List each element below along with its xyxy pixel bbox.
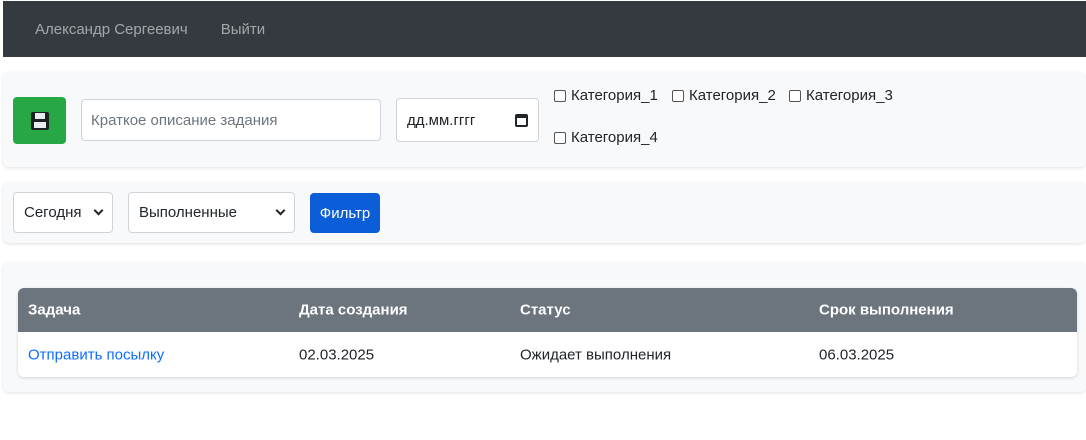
category-2-label: Категория_2 xyxy=(689,87,776,104)
category-1-checkbox[interactable] xyxy=(554,89,566,102)
due-date: 06.03.2025 xyxy=(819,346,895,363)
period-select[interactable]: Сегодня xyxy=(13,192,113,233)
category-1-option[interactable]: Категория_1 xyxy=(554,87,658,104)
category-4-checkbox[interactable] xyxy=(554,131,566,144)
save-button[interactable] xyxy=(13,97,66,144)
category-3-label: Категория_3 xyxy=(806,87,893,104)
chevron-down-icon xyxy=(275,205,286,216)
created-date: 02.03.2025 xyxy=(299,346,375,363)
task-description-input[interactable] xyxy=(81,99,381,141)
task-link[interactable]: Отправить посылку xyxy=(28,346,164,363)
date-placeholder: дд.мм.гггг xyxy=(407,111,476,129)
add-task-panel: дд.мм.гггг Категория_1 Категория_2 Катег… xyxy=(3,72,1086,167)
header-task: Задача xyxy=(28,301,81,319)
calendar-icon[interactable] xyxy=(515,113,528,127)
task-status: Ожидает выполнения xyxy=(520,346,672,363)
user-name-link[interactable]: Александр Сергеевич xyxy=(35,21,188,38)
tasks-panel: Задача Дата создания Статус Срок выполне… xyxy=(3,262,1086,392)
period-select-value: Сегодня xyxy=(24,204,82,221)
table-row: Отправить посылку 02.03.2025 Ожидает вып… xyxy=(18,332,1077,377)
header-created: Дата создания xyxy=(299,301,408,319)
header-due: Срок выполнения xyxy=(819,301,954,319)
status-select[interactable]: Выполненные xyxy=(128,192,295,233)
logout-link[interactable]: Выйти xyxy=(221,21,265,38)
category-1-label: Категория_1 xyxy=(571,87,658,104)
category-2-option[interactable]: Категория_2 xyxy=(672,87,776,104)
status-select-value: Выполненные xyxy=(139,204,237,221)
filter-button[interactable]: Фильтр xyxy=(310,193,380,233)
category-3-checkbox[interactable] xyxy=(789,89,801,102)
category-4-option[interactable]: Категория_4 xyxy=(554,129,658,146)
category-2-checkbox[interactable] xyxy=(672,89,684,102)
top-navbar: Александр Сергеевич Выйти xyxy=(3,1,1086,57)
category-3-option[interactable]: Категория_3 xyxy=(789,87,893,104)
filter-panel: Сегодня Выполненные Фильтр xyxy=(3,182,1086,243)
category-4-label: Категория_4 xyxy=(571,129,658,146)
chevron-down-icon xyxy=(93,205,104,216)
tasks-table: Задача Дата создания Статус Срок выполне… xyxy=(18,288,1077,377)
floppy-disk-icon xyxy=(30,111,49,130)
due-date-input[interactable]: дд.мм.гггг xyxy=(396,98,539,142)
table-header: Задача Дата создания Статус Срок выполне… xyxy=(18,288,1077,332)
header-status: Статус xyxy=(520,301,571,319)
